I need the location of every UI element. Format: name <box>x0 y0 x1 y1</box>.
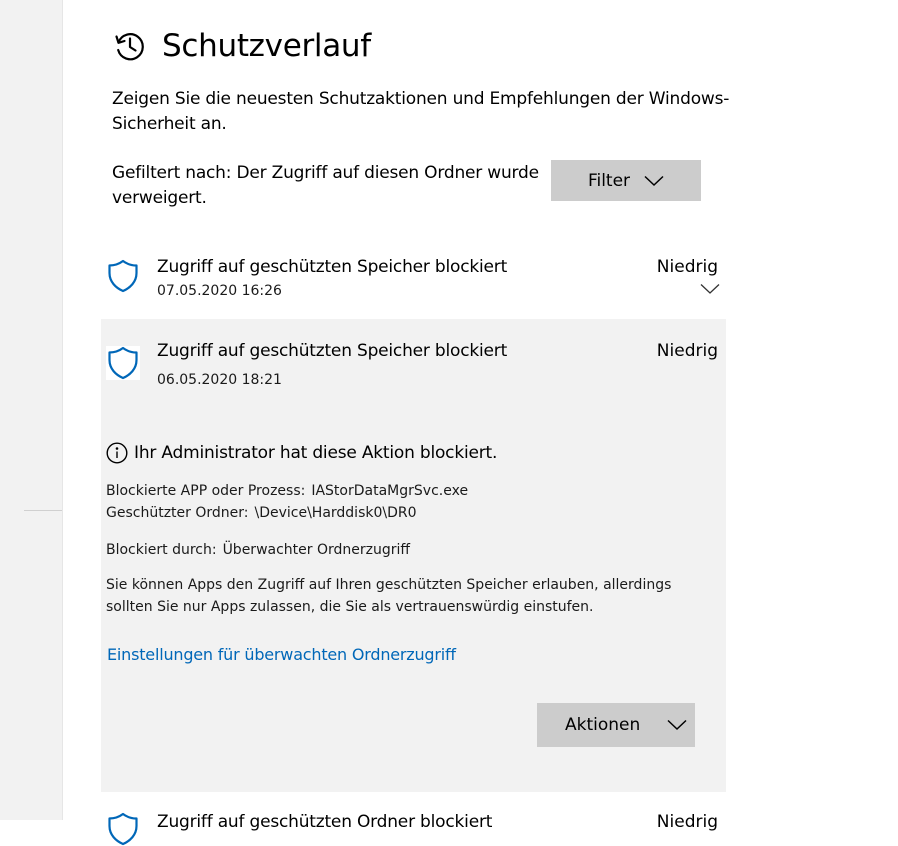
actions-button[interactable]: Aktionen <box>537 703 695 747</box>
navigation-sidebar <box>0 0 62 820</box>
detail-label: Blockierte APP oder Prozess: <box>106 483 306 499</box>
admin-notice: Ihr Administrator hat diese Aktion block… <box>106 441 497 465</box>
detail-blocked-by: Blockiert durch: Überwachter Ordnerzugrif… <box>106 539 410 561</box>
explanation-text: Sie können Apps den Zugriff auf Ihren ge… <box>106 577 672 615</box>
shield-icon <box>106 812 140 846</box>
admin-notice-text: Ihr Administrator hat diese Aktion block… <box>134 443 498 463</box>
filter-button[interactable]: Filter <box>551 160 701 201</box>
detail-value: IAStorDataMgrSvc.exe <box>311 483 469 499</box>
detail-value: Überwachter Ordnerzugriff <box>222 542 411 558</box>
detail-protected-folder: Geschützter Ordner: \Device\Harddisk0\DR0 <box>106 502 417 524</box>
folder-access-settings-link[interactable]: Einstellungen für überwachten Ordnerzugr… <box>107 644 456 666</box>
detail-value: \Device\Harddisk0\DR0 <box>254 505 417 521</box>
shield-icon <box>106 346 140 380</box>
info-icon <box>106 442 128 464</box>
history-item[interactable]: Zugriff auf geschützten Speicher blockie… <box>101 245 726 318</box>
item-severity: Niedrig <box>656 812 718 832</box>
main-content: Schutzverlauf Zeigen Sie die neuesten Sc… <box>63 0 898 846</box>
history-clock-icon <box>113 29 147 63</box>
page-title: Schutzverlauf <box>162 28 371 64</box>
sidebar-divider <box>24 510 62 511</box>
actions-button-label: Aktionen <box>565 715 641 735</box>
item-severity: Niedrig <box>656 341 718 361</box>
filter-button-label: Filter <box>587 170 631 191</box>
chevron-down-icon <box>644 175 664 187</box>
item-title: Zugriff auf geschützten Ordner blockiert <box>157 812 493 832</box>
chevron-down-icon[interactable] <box>700 283 720 295</box>
history-item[interactable]: Zugriff auf geschützten Ordner blockiert… <box>101 806 726 846</box>
page-description: Zeigen Sie die neuesten Schutzaktionen u… <box>112 89 730 134</box>
item-date: 07.05.2020 16:26 <box>157 283 282 299</box>
item-date: 06.05.2020 18:21 <box>157 372 282 388</box>
filter-status-text: Gefiltert nach: Der Zugriff auf diesen O… <box>112 163 539 208</box>
chevron-down-icon <box>667 719 687 731</box>
shield-icon <box>106 259 140 293</box>
item-title[interactable]: Zugriff auf geschützten Speicher blockie… <box>157 339 507 363</box>
item-title: Zugriff auf geschützten Speicher blockie… <box>157 257 508 277</box>
item-severity: Niedrig <box>656 257 718 277</box>
history-item-expanded: Zugriff auf geschützten Speicher blockie… <box>101 319 726 792</box>
detail-blocked-process: Blockierte APP oder Prozess: IAStorDataMg… <box>106 480 468 502</box>
page-header: Schutzverlauf <box>113 26 371 66</box>
detail-label: Geschützter Ordner: <box>106 505 249 521</box>
detail-label: Blockiert durch: <box>106 542 217 558</box>
